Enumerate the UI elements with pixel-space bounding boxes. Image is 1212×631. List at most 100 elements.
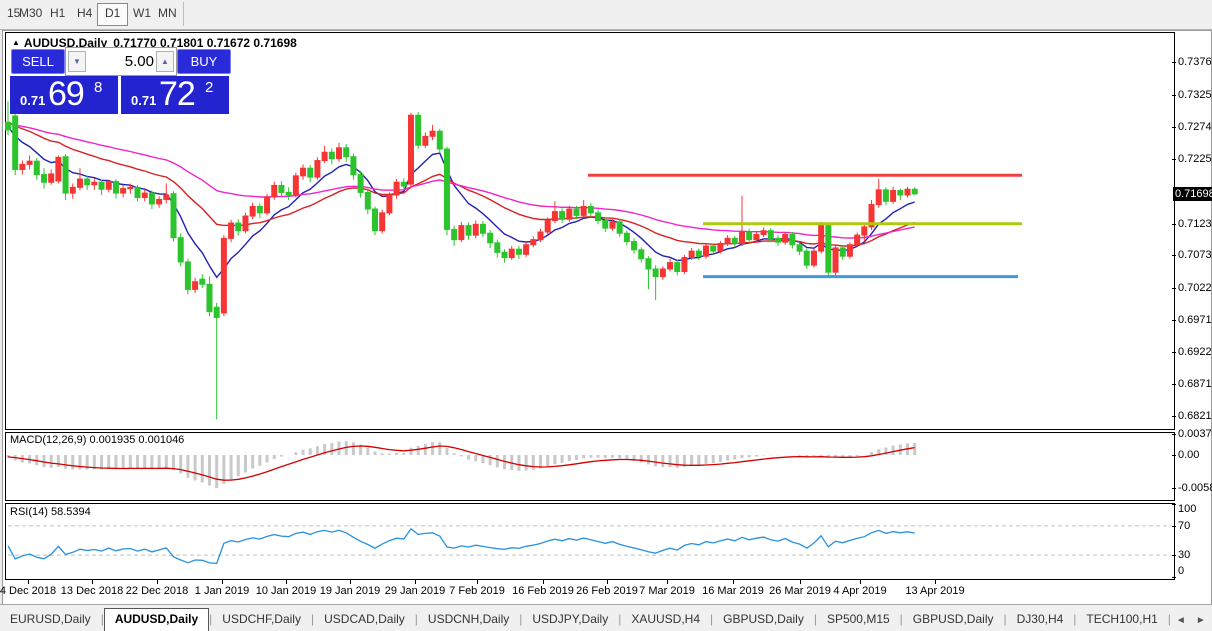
- date-axis-label: 4 Dec 2018: [0, 585, 57, 597]
- sell-price-pip: 8: [94, 79, 103, 96]
- price-axis-label: 0.68215: [1178, 409, 1212, 422]
- mt4-window: 15 M30 H1 H4 D1 W1 MN ▲ AUDUSD,Daily 0.71770 0.7…: [0, 0, 1212, 631]
- tab-gbpusd-daily[interactable]: GBPUSD,Daily: [903, 609, 1004, 629]
- rsi-axis-tick: [1172, 525, 1176, 527]
- date-axis-tick: [935, 580, 936, 584]
- rsi-label: RSI(14) 58.5394: [10, 506, 91, 518]
- volume-spinner: ▼ ▲: [65, 47, 177, 76]
- macd-axis-tick: [1172, 433, 1176, 435]
- volume-input[interactable]: [88, 50, 156, 73]
- chart-window: [2, 30, 1212, 605]
- tab-usdchf-daily[interactable]: USDCHF,Daily: [212, 609, 311, 629]
- rsi-axis-label: 100: [1178, 503, 1197, 515]
- date-axis-label: 16 Feb 2019: [512, 585, 574, 597]
- price-axis-label: 0.70735: [1178, 249, 1212, 262]
- tab-dj30-h4[interactable]: DJ30,H4: [1007, 609, 1074, 629]
- macd-axis-tick: [1172, 487, 1176, 489]
- rsi-axis-tick: [1172, 504, 1176, 505]
- buy-price-display[interactable]: 0.71 72 2: [121, 75, 229, 114]
- rsi-axis-tick: [1172, 555, 1176, 557]
- tab-usdcad-daily[interactable]: USDCAD,Daily: [314, 609, 415, 629]
- sell-button[interactable]: SELL: [11, 49, 65, 74]
- date-axis-label: 16 Mar 2019: [702, 585, 764, 597]
- timeframe-button-mn[interactable]: MN: [151, 3, 184, 24]
- price-axis-label: 0.73255: [1178, 88, 1212, 101]
- date-axis-tick: [860, 580, 861, 584]
- tab-usdcnh-daily[interactable]: USDCNH,Daily: [418, 609, 519, 629]
- sell-price-main: 69: [48, 75, 85, 113]
- sell-price-display[interactable]: 0.71 69 8: [10, 75, 118, 114]
- buy-price-prefix: 0.71: [131, 93, 157, 108]
- tabs-scroll-right-icon[interactable]: ►: [1191, 615, 1211, 626]
- buy-price-main: 72: [159, 75, 196, 113]
- price-axis-tick: [1172, 62, 1176, 63]
- date-axis-tick: [733, 580, 734, 584]
- tab-audusd-daily[interactable]: AUDUSD,Daily: [103, 608, 210, 631]
- volume-increase-button[interactable]: ▲: [156, 51, 174, 72]
- timeframe-button-h4[interactable]: H4: [70, 3, 99, 24]
- macd-name: MACD(12,26,9): [10, 434, 87, 446]
- date-axis-tick: [415, 580, 416, 584]
- price-axis-tick: [1172, 94, 1176, 96]
- rsi-value: 58.5394: [50, 506, 91, 518]
- tab-xauusd-h4[interactable]: XAUUSD,H4: [621, 609, 710, 629]
- price-axis-label: 0.68710: [1178, 378, 1212, 391]
- date-axis-label: 19 Jan 2019: [319, 585, 381, 597]
- macd-axis-label: -0.005864: [1178, 481, 1212, 494]
- rsi-axis-label: 70: [1178, 519, 1191, 532]
- price-axis-tick: [1172, 127, 1176, 129]
- price-axis-label: 0.70225: [1178, 281, 1212, 294]
- price-axis-tick: [1172, 320, 1176, 322]
- buy-button[interactable]: BUY: [177, 49, 231, 74]
- date-axis-tick: [607, 580, 608, 584]
- price-axis-tick: [1172, 384, 1176, 386]
- price-axis-label: 0.71230: [1178, 217, 1212, 230]
- date-axis-label: 7 Mar 2019: [639, 585, 695, 597]
- date-axis-label: 29 Jan 2019: [384, 585, 446, 597]
- date-axis-tick: [543, 580, 544, 584]
- tab-tech100-h1[interactable]: TECH100,H1: [1076, 609, 1167, 629]
- rsi-axis-tick: [1172, 577, 1176, 578]
- rsi-axis-label: 0: [1178, 565, 1185, 577]
- price-axis-tick: [1172, 287, 1176, 289]
- macd-axis-tick: [1172, 455, 1176, 456]
- date-axis-label: 26 Feb 2019: [576, 585, 638, 597]
- date-axis-tick: [92, 580, 93, 584]
- timeframe-button-d1[interactable]: D1: [97, 3, 129, 26]
- tab-gbpusd-daily[interactable]: GBPUSD,Daily: [713, 609, 814, 629]
- tabs-scroll-left-icon[interactable]: ◄: [1171, 615, 1191, 626]
- price-axis-label: 0.72250: [1178, 152, 1212, 165]
- date-axis-label: 13 Dec 2018: [60, 585, 124, 597]
- volume-decrease-button[interactable]: ▼: [68, 51, 86, 72]
- rsi-axis-label: 30: [1178, 549, 1191, 562]
- timeframe-button-h1[interactable]: H1: [43, 3, 72, 24]
- tab-usdjpy-daily[interactable]: USDJPY,Daily: [522, 609, 618, 629]
- price-axis-label: 0.69715: [1178, 314, 1212, 327]
- collapse-triangle-icon[interactable]: ▲: [12, 38, 20, 47]
- date-axis-label: 26 Mar 2019: [769, 585, 831, 597]
- price-axis-tick: [1172, 415, 1176, 417]
- chart-tab-bar: EURUSD,Daily | AUDUSD,Daily | USDCHF,Daily | U…: [0, 604, 1212, 631]
- current-price-badge: 0.71698: [1173, 186, 1212, 201]
- macd-axis-label: 0.00: [1178, 449, 1200, 461]
- macd-label: MACD(12,26,9) 0.001935 0.001046: [10, 434, 184, 446]
- date-axis-tick: [350, 580, 351, 584]
- price-axis-tick: [1172, 223, 1176, 225]
- date-axis-tick: [28, 580, 29, 584]
- date-axis-label: 7 Feb 2019: [449, 585, 505, 597]
- date-axis-tick: [222, 580, 223, 584]
- date-axis-tick: [667, 580, 668, 584]
- date-axis-label: 10 Jan 2019: [255, 585, 317, 597]
- date-axis-label: 13 Apr 2019: [905, 585, 965, 597]
- tab-sp500-m15[interactable]: SP500,M15: [817, 609, 900, 629]
- date-axis-tick: [477, 580, 478, 584]
- tab-eurusd-daily[interactable]: EURUSD,Daily: [0, 609, 101, 629]
- timeframe-toolbar: 15 M30 H1 H4 D1 W1 MN: [0, 0, 1212, 30]
- sell-price-prefix: 0.71: [20, 93, 46, 108]
- price-axis-label: 0.72745: [1178, 121, 1212, 134]
- date-axis-label: 4 Apr 2019: [833, 585, 887, 597]
- rsi-name: RSI(14): [10, 506, 48, 518]
- price-axis-tick: [1172, 351, 1176, 353]
- buy-price-pip: 2: [205, 79, 214, 96]
- date-axis-tick: [800, 580, 801, 584]
